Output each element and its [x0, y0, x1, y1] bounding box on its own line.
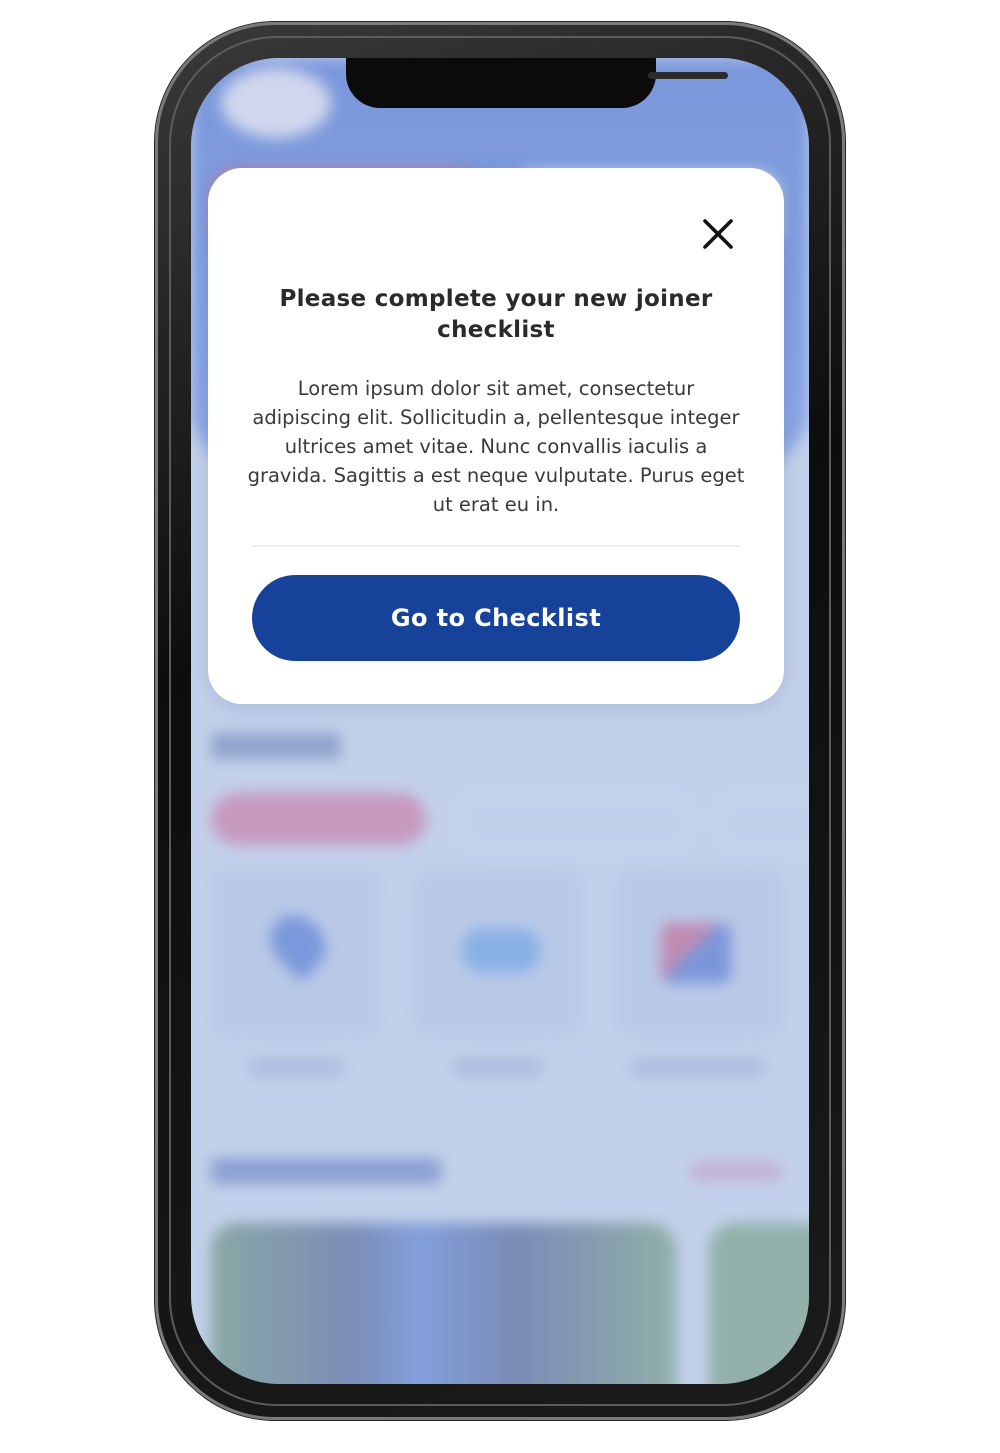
speaker-grille — [648, 72, 728, 79]
close-button[interactable] — [696, 212, 740, 256]
checklist-modal: Please complete your new joiner checklis… — [208, 168, 784, 704]
modal-body-text: Lorem ipsum dolor sit amet, consectetur … — [247, 377, 745, 516]
modal-title: Please complete your new joiner checklis… — [279, 286, 713, 343]
go-to-checklist-button[interactable]: Go to Checklist — [252, 575, 740, 661]
phone-notch — [346, 58, 728, 108]
close-icon — [703, 219, 733, 249]
divider — [252, 545, 740, 547]
